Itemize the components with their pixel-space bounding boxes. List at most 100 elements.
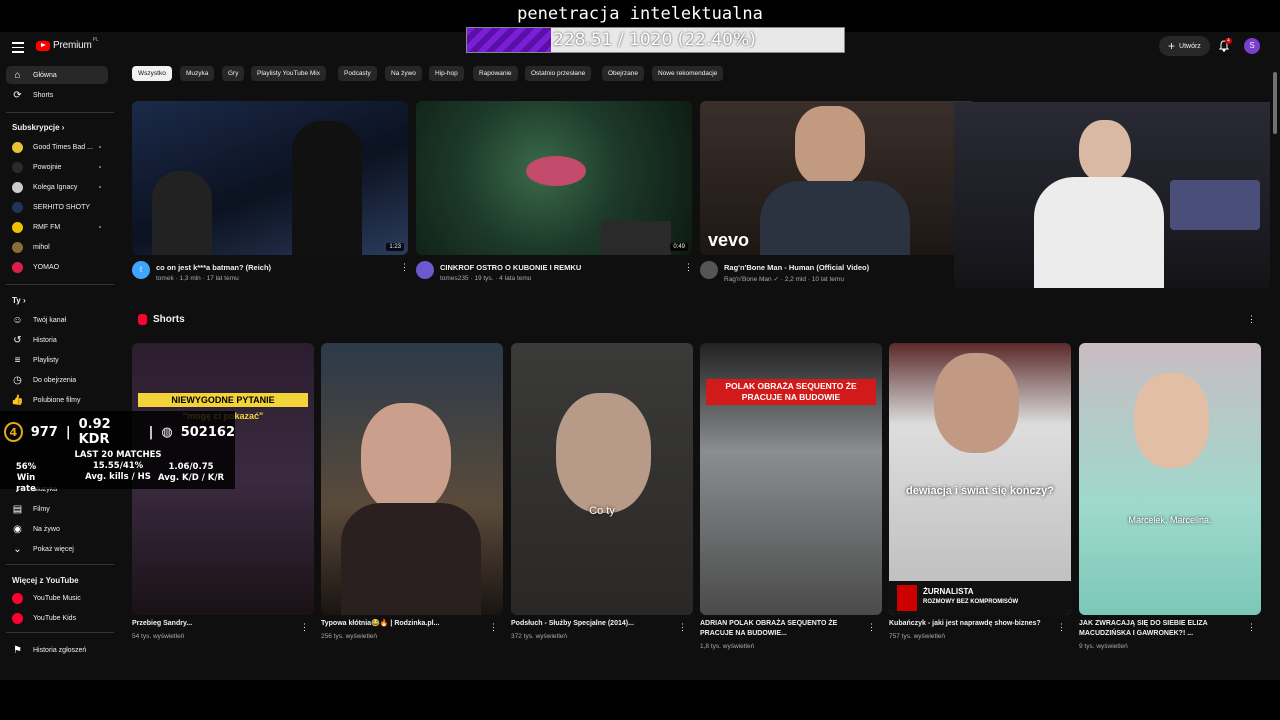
youtube-page: Premium PL + Utwórz 4 S ⌂ Główna ⟳ Shorts S… xyxy=(0,32,1280,680)
video-channel[interactable]: Rag'n'Bone Man ✓ · 2,2 mld · 10 lat temu xyxy=(724,275,844,283)
sidebar-item-report-history[interactable]: ⚑ Historia zgłoszeń xyxy=(6,641,108,659)
short-views: 1,8 tys. wyświetleń xyxy=(700,643,755,650)
chip-watched[interactable]: Obejrzane xyxy=(602,66,644,81)
sidebar-item-show-more[interactable]: ⌄ Pokaż więcej xyxy=(6,540,108,558)
channel-avatar xyxy=(12,241,23,253)
live-icon: ◉ xyxy=(13,523,22,535)
sidebar-label: SERHITO SHOTY xyxy=(33,203,91,211)
chip-rap[interactable]: Rapowanie xyxy=(473,66,518,81)
youtube-play-icon xyxy=(36,40,50,51)
chip-mix[interactable]: Playlisty YouTube Mix xyxy=(251,66,326,81)
video-thumbnail[interactable]: 0:49 xyxy=(416,101,692,255)
short-title[interactable]: JAK ZWRACAJĄ SIĘ DO SIEBIE ELIZA MACUDZI… xyxy=(1079,619,1247,639)
divider xyxy=(6,564,114,565)
sidebar-item-history[interactable]: ↺ Historia xyxy=(6,331,108,349)
clock-icon: ◷ xyxy=(13,374,22,386)
short-caption: Marcelek, Marcelina. xyxy=(1128,515,1212,525)
sidebar-item-youtube-music[interactable]: YouTube Music xyxy=(6,589,108,607)
more-options-icon[interactable]: ⋮ xyxy=(678,622,687,633)
new-content-dot xyxy=(99,146,101,148)
sidebar-sub-item[interactable]: Powojnie xyxy=(6,158,108,176)
channel-avatar xyxy=(12,141,23,153)
sidebar-item-movies[interactable]: ▤ Filmy xyxy=(6,500,108,518)
subscriptions-heading[interactable]: Subskrypcje › xyxy=(12,123,64,132)
channel-avatar[interactable] xyxy=(416,261,434,279)
sidebar-item-liked[interactable]: 👍 Polubione filmy xyxy=(6,391,108,409)
chip-music[interactable]: Muzyka xyxy=(180,66,215,81)
chip-all[interactable]: Wszystko xyxy=(132,66,172,81)
video-thumbnail[interactable]: vevo xyxy=(700,101,976,255)
channel-avatar xyxy=(12,221,23,233)
short-thumbnail[interactable] xyxy=(321,343,503,615)
chip-new[interactable]: Nowe rekomendacje xyxy=(652,66,724,81)
scrollbar[interactable] xyxy=(1273,72,1277,134)
sidebar-sub-item[interactable]: RMF FM xyxy=(6,218,108,236)
short-title[interactable]: Przebieg Sandry... xyxy=(132,619,300,629)
chip-games[interactable]: Gry xyxy=(222,66,245,81)
short-thumbnail[interactable]: Marcelek, Marcelina. xyxy=(1079,343,1261,615)
short-thumbnail[interactable]: dewiacja i świat się kończy? ŻURNALISTA … xyxy=(889,343,1071,615)
sidebar-sub-item[interactable]: Good Times Bad ... xyxy=(6,138,108,156)
sidebar-item-live[interactable]: ◉ Na żywo xyxy=(6,520,108,538)
video-title[interactable]: Rag'n'Bone Man - Human (Official Video) xyxy=(724,263,869,272)
sidebar-label: Shorts xyxy=(33,91,54,99)
video-title[interactable]: CINKROF OSTRO O KUBONIE I REMKU xyxy=(440,263,581,272)
you-heading[interactable]: Ty › xyxy=(12,296,26,305)
sidebar-item-shorts[interactable]: ⟳ Shorts xyxy=(6,86,108,104)
sidebar-label: Twój kanał xyxy=(33,316,67,324)
video-thumbnail[interactable]: 1:23 xyxy=(132,101,408,255)
create-button[interactable]: + Utwórz xyxy=(1159,36,1210,56)
chip-hiphop[interactable]: Hip-hop xyxy=(429,66,464,81)
sidebar-item-watch-later[interactable]: ◷ Do obejrzenia xyxy=(6,371,108,389)
short-thumbnail[interactable]: POLAK OBRAŻA SEQUENTO ŻE PRACUJE NA BUDO… xyxy=(700,343,882,615)
globe-icon: ◍ xyxy=(161,424,173,440)
sidebar-item-home[interactable]: ⌂ Główna xyxy=(6,66,108,84)
sidebar-sub-item[interactable]: Kolega Ignacy xyxy=(6,178,108,196)
short-views: 256 tys. wyświetleń xyxy=(321,633,377,640)
more-options-icon[interactable]: ⋮ xyxy=(300,622,309,633)
shorts-logo-icon xyxy=(138,314,147,325)
youtube-premium-logo[interactable]: Premium PL xyxy=(36,37,99,51)
chip-live[interactable]: Na żywo xyxy=(385,66,422,81)
win-rate-stat: 56% Win rate xyxy=(15,462,37,494)
sidebar-label: Good Times Bad ... xyxy=(33,143,93,151)
more-options-icon[interactable]: ⋮ xyxy=(684,262,693,273)
stream-title: penetracja intelektualna xyxy=(517,4,763,24)
kd-stat: 1.06/0.75 Avg. K/D / K/R xyxy=(157,462,225,483)
sidebar-sub-item[interactable]: mihol xyxy=(6,238,108,256)
history-icon: ↺ xyxy=(13,334,22,346)
short-thumbnail[interactable]: Co ty xyxy=(511,343,693,615)
more-options-icon[interactable]: ⋮ xyxy=(400,262,409,273)
short-overlay-text: POLAK OBRAŻA SEQUENTO ŻE PRACUJE NA BUDO… xyxy=(706,379,876,405)
short-title[interactable]: Kubańczyk - jaki jest naprawdę show-bizn… xyxy=(889,619,1057,629)
more-options-icon[interactable]: ⋮ xyxy=(1057,622,1066,633)
menu-icon[interactable] xyxy=(12,42,24,53)
sidebar-item-your-channel[interactable]: ☺ Twój kanał xyxy=(6,311,108,329)
vevo-logo: vevo xyxy=(708,230,750,250)
more-options-icon[interactable]: ⋮ xyxy=(1247,314,1256,325)
sidebar-sub-item[interactable]: YOMAO xyxy=(6,258,108,276)
sidebar-item-playlists[interactable]: ≡ Playlisty xyxy=(6,351,108,369)
sidebar-label: Do obejrzenia xyxy=(33,376,77,384)
short-title[interactable]: Typowa kłótnia😂🔥 | Rodzinka.pl... xyxy=(321,619,489,629)
divider xyxy=(6,632,114,633)
chip-recent[interactable]: Ostatnio przesłane xyxy=(525,66,592,81)
channel-avatar[interactable] xyxy=(700,261,718,279)
thumbs-up-icon: 👍 xyxy=(11,394,24,406)
more-options-icon[interactable]: ⋮ xyxy=(1247,622,1256,633)
video-title[interactable]: co on jest k***a batman? (Reich) xyxy=(156,263,271,272)
short-title[interactable]: ADRIAN POLAK OBRAŻA SEQUENTO ŻE PRACUJE … xyxy=(700,619,868,639)
sidebar-label: Powojnie xyxy=(33,163,62,171)
channel-avatar[interactable]: t xyxy=(132,261,150,279)
short-title[interactable]: Podsłuch - Służby Specjalne (2014)... xyxy=(511,619,679,629)
more-options-icon[interactable]: ⋮ xyxy=(867,622,876,633)
video-channel[interactable]: tomes235 · 19 tys. · 4 lata temu xyxy=(440,275,531,282)
account-avatar[interactable]: S xyxy=(1244,38,1260,54)
sidebar-item-youtube-kids[interactable]: YouTube Kids xyxy=(6,609,108,627)
video-channel[interactable]: tomek · 1,3 mln · 17 lat temu xyxy=(156,275,239,282)
brand-name: ŻURNALISTA xyxy=(923,587,974,596)
flag-icon: ⚑ xyxy=(13,644,22,656)
more-options-icon[interactable]: ⋮ xyxy=(489,622,498,633)
sidebar-sub-item[interactable]: SERHITO SHOTY xyxy=(6,198,108,216)
chip-podcasts[interactable]: Podcasty xyxy=(338,66,377,81)
